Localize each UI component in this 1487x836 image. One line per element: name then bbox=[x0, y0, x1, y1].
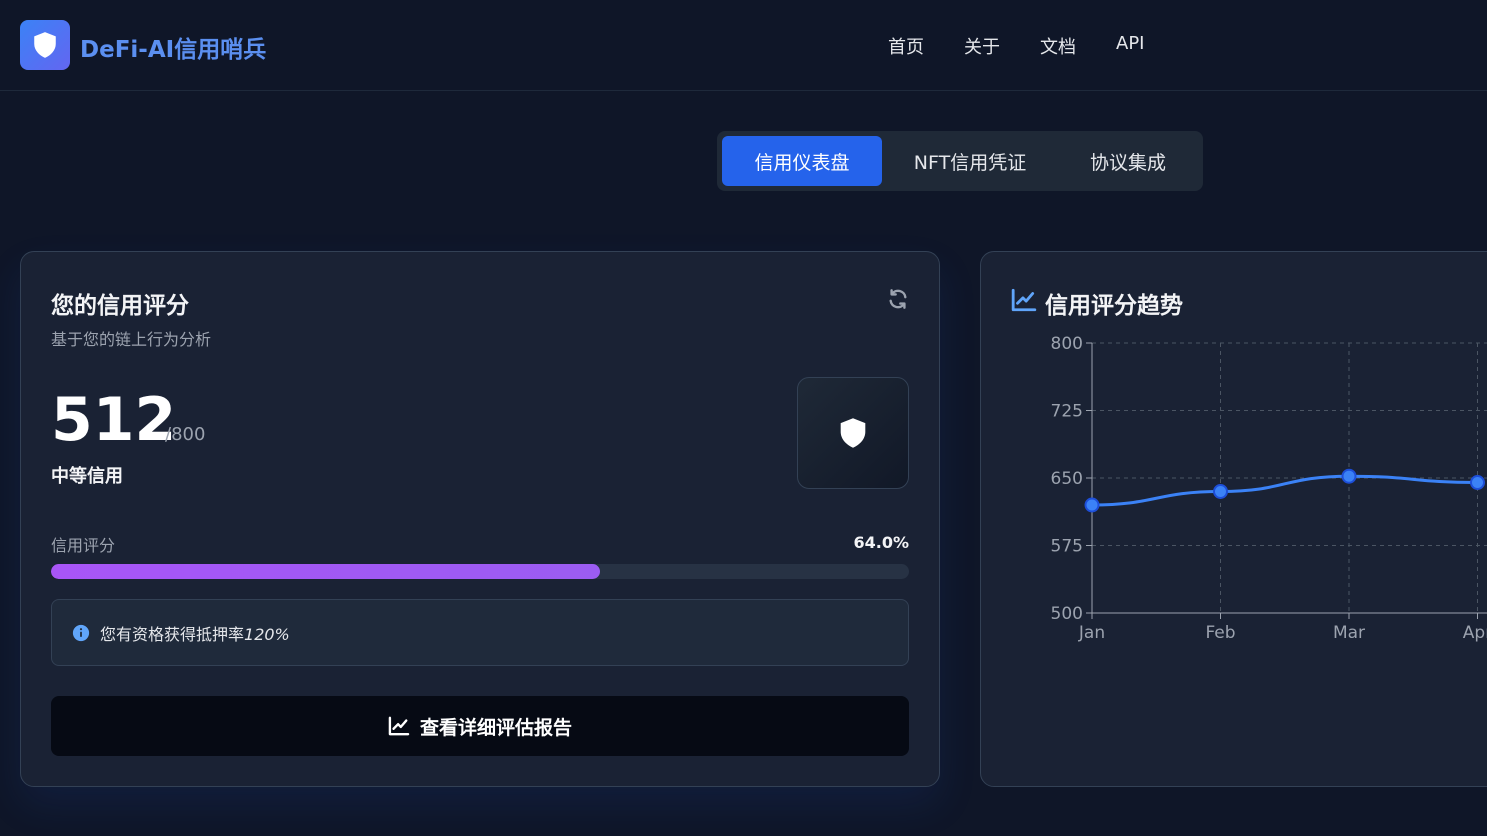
main-tabs: 信用仪表盘 NFT信用凭证 协议集成 bbox=[717, 131, 1203, 191]
shield-icon bbox=[840, 418, 866, 448]
tab-nft-credential[interactable]: NFT信用凭证 bbox=[882, 136, 1058, 186]
series-line bbox=[1091, 474, 1478, 507]
x-tick-label: Apr bbox=[1463, 623, 1487, 643]
app-header: DeFi-AI信用哨兵 首页 关于 文档 API bbox=[0, 0, 1487, 91]
data-point bbox=[1470, 475, 1485, 490]
chart-line-icon bbox=[388, 716, 410, 736]
card-subtitle: 基于您的链上行为分析 bbox=[51, 330, 212, 349]
progress-value: 64.0% bbox=[853, 533, 909, 552]
progress-label: 信用评分 bbox=[51, 536, 116, 555]
nav-home[interactable]: 首页 bbox=[888, 33, 924, 59]
view-report-button[interactable]: 查看详细评估报告 bbox=[51, 696, 909, 756]
refresh-button[interactable] bbox=[887, 288, 911, 312]
y-tick-label: 725 bbox=[1051, 402, 1083, 422]
credit-level: 中等信用 bbox=[51, 466, 123, 487]
tab-protocol-integration[interactable]: 协议集成 bbox=[1058, 136, 1198, 186]
y-tick-label: 575 bbox=[1051, 537, 1083, 557]
credit-score-value: 512 bbox=[51, 385, 177, 455]
logo[interactable] bbox=[20, 20, 70, 70]
credit-score-card: 您的信用评分 基于您的链上行为分析 512 /800 中等信用 信用评分 64.… bbox=[20, 251, 940, 787]
credit-score-max: /800 bbox=[165, 424, 206, 445]
nav-docs[interactable]: 文档 bbox=[1040, 33, 1076, 59]
card-title: 您的信用评分 bbox=[51, 293, 189, 319]
shield-badge bbox=[797, 377, 909, 489]
shield-icon bbox=[34, 32, 56, 58]
collateral-info: 您有资格获得抵押率120% bbox=[51, 599, 909, 666]
nav-api[interactable]: API bbox=[1116, 33, 1144, 59]
progress-bar bbox=[51, 564, 909, 579]
brand-name[interactable]: DeFi-AI信用哨兵 bbox=[80, 30, 266, 64]
trend-chart: 800 725 650 575 500Jan Feb Mar Apr bbox=[1051, 334, 1487, 643]
view-report-label: 查看详细评估报告 bbox=[419, 716, 572, 739]
info-icon bbox=[72, 624, 90, 641]
progress-fill bbox=[51, 564, 601, 579]
x-tick-label: Mar bbox=[1333, 623, 1365, 643]
collateral-rate: 120% bbox=[244, 624, 290, 644]
x-tick-label: Jan bbox=[1078, 623, 1105, 643]
x-tick-label: Feb bbox=[1205, 623, 1235, 643]
refresh-icon bbox=[889, 289, 907, 309]
credit-trend-card: 信用评分趋势 800725650575500JanFebMarApr bbox=[980, 251, 1487, 787]
top-nav: 首页 关于 文档 API bbox=[888, 33, 1184, 59]
y-tick-label: 500 bbox=[1051, 604, 1083, 624]
info-text: 您有资格获得抵押率120% bbox=[100, 624, 290, 644]
data-point bbox=[1341, 468, 1357, 484]
y-tick-label: 800 bbox=[1051, 334, 1083, 354]
y-tick-label: 650 bbox=[1051, 469, 1083, 489]
tab-credit-dashboard[interactable]: 信用仪表盘 bbox=[722, 136, 882, 186]
nav-about[interactable]: 关于 bbox=[964, 33, 1000, 59]
data-point bbox=[1084, 497, 1100, 513]
data-point bbox=[1213, 484, 1228, 499]
